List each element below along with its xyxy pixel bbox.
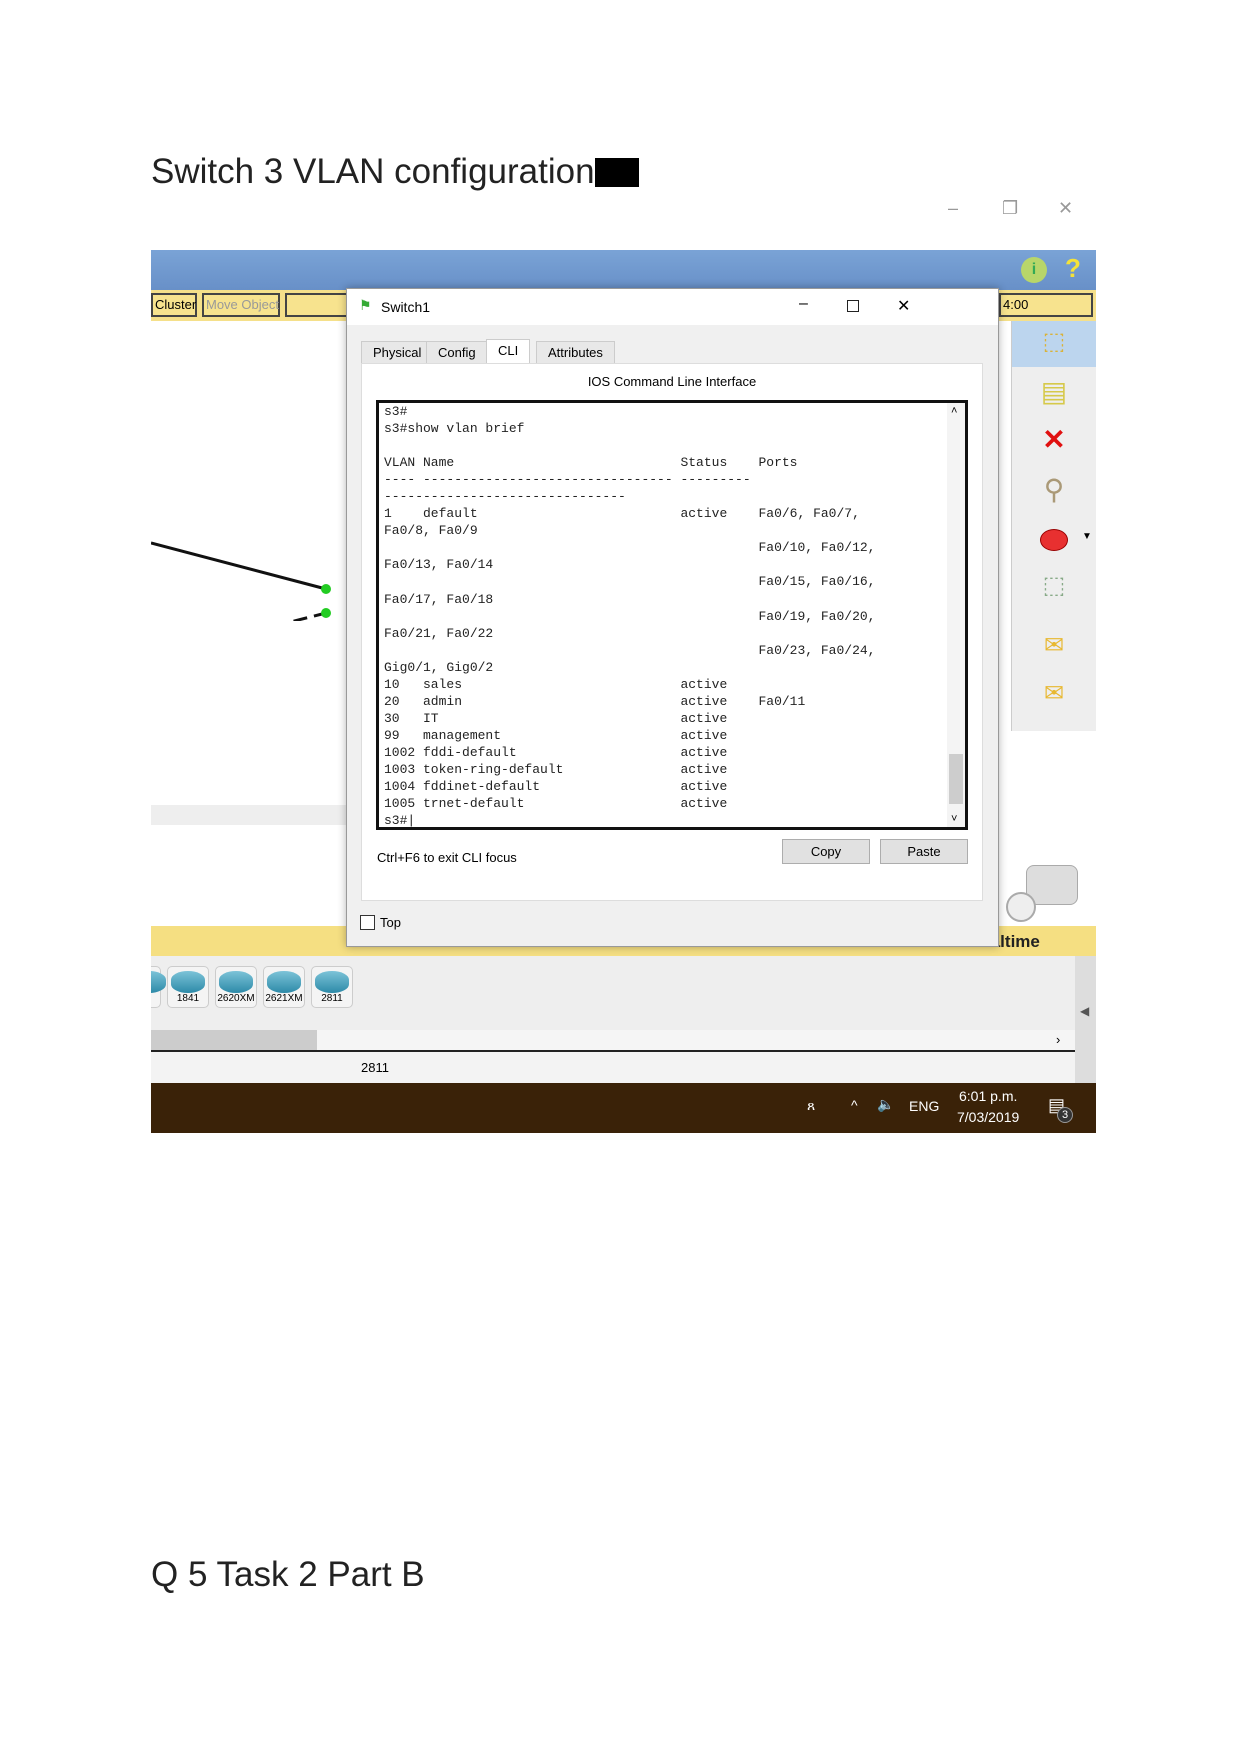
- minimize-icon[interactable]: –: [948, 198, 958, 219]
- note-icon[interactable]: ▤: [1034, 375, 1074, 408]
- device-label: 1841: [176, 993, 200, 1004]
- volume-icon[interactable]: 🔈: [877, 1096, 894, 1113]
- close-icon[interactable]: ✕: [1058, 198, 1073, 219]
- toolbar-field[interactable]: [285, 293, 355, 317]
- tab-physical[interactable]: Physical: [361, 341, 434, 363]
- taskbar: ጸ ^ 🔈 ENG 6:01 p.m. 7/03/2019 ▤ 3: [151, 1083, 1096, 1133]
- collapse-panel[interactable]: ◀: [1075, 956, 1096, 1083]
- device-scrollbar[interactable]: ›: [151, 1030, 1075, 1052]
- inspect-icon[interactable]: ⚲: [1034, 473, 1074, 506]
- help-icon[interactable]: ?: [1065, 253, 1081, 284]
- dialog-close-icon[interactable]: ✕: [897, 296, 910, 316]
- people-icon[interactable]: ጸ: [807, 1097, 815, 1114]
- info-icon[interactable]: i: [1021, 257, 1047, 283]
- scroll-up-icon[interactable]: ˄: [951, 405, 957, 417]
- device-2621xm[interactable]: 2621XM: [263, 966, 305, 1008]
- device-label: 2621XM: [265, 993, 303, 1004]
- scroll-down-icon[interactable]: ˅: [951, 813, 957, 825]
- tool-panel: ⬚ ▤ ✕ ⚲ ▼ ⬚ ✉ ✉: [1011, 321, 1096, 731]
- link-light: [321, 584, 331, 594]
- cli-scrollbar[interactable]: ˄ ˅: [947, 403, 965, 827]
- network-links: [151, 541, 331, 621]
- draw-ellipse-icon[interactable]: [1040, 529, 1068, 551]
- cli-output[interactable]: s3# s3#show vlan brief VLAN Name Status …: [384, 403, 875, 827]
- device-2811[interactable]: 2811: [311, 966, 353, 1008]
- language[interactable]: ENG: [909, 1098, 939, 1114]
- top-checkbox[interactable]: [360, 915, 375, 930]
- device-2620xm[interactable]: 2620XM: [215, 966, 257, 1008]
- dialog-minimize-icon[interactable]: –: [799, 295, 808, 313]
- paste-button[interactable]: Paste: [880, 839, 968, 864]
- select-icon: ⬚: [1042, 328, 1066, 355]
- top-label: Top: [380, 915, 401, 930]
- canvas-edge: [151, 805, 351, 825]
- scroll-thumb[interactable]: [151, 1030, 317, 1050]
- device-label: 2620XM: [217, 993, 255, 1004]
- dialog-titlebar[interactable]: ⚑ Switch1 – ✕: [347, 289, 998, 325]
- clock-date[interactable]: 7/03/2019: [957, 1109, 1019, 1125]
- switch-app-icon: ⚑: [359, 297, 372, 313]
- heading-switch3: Switch 3 VLAN configuration: [151, 152, 639, 192]
- restore-icon[interactable]: ❐: [1002, 198, 1018, 219]
- packet-tracer-screenshot: i ? Cluster Move Object 4:00 ⬚ ▤ ✕ ⚲ ▼ ⬚…: [151, 250, 1096, 1133]
- delete-icon[interactable]: ✕: [1034, 423, 1074, 456]
- tab-cli[interactable]: CLI: [486, 339, 531, 363]
- tab-attributes[interactable]: Attributes: [536, 341, 615, 363]
- copy-button[interactable]: Copy: [782, 839, 870, 864]
- heading-text: Switch 3 VLAN configuration: [151, 152, 595, 191]
- cli-header: IOS Command Line Interface: [587, 374, 757, 389]
- collapse-arrow-icon: ◀: [1080, 1004, 1090, 1018]
- scroll-right-icon[interactable]: ›: [1056, 1032, 1060, 1047]
- add-simple-pdu-icon[interactable]: ✉: [1034, 631, 1074, 660]
- link-light: [321, 608, 331, 618]
- dropdown-icon[interactable]: ▼: [1082, 531, 1092, 542]
- dialog-title: Switch1: [381, 299, 431, 315]
- cluster-button[interactable]: Cluster: [151, 293, 197, 317]
- device-bar: 1841 2620XM 2621XM 2811: [151, 956, 1075, 1030]
- clock-time[interactable]: 6:01 p.m.: [959, 1088, 1017, 1104]
- status-text: 2811: [361, 1060, 389, 1075]
- top-bar: i ?: [151, 250, 1096, 290]
- clock-icon[interactable]: [1006, 892, 1036, 922]
- device-partial[interactable]: [151, 966, 166, 1008]
- link-solid: [151, 541, 327, 591]
- dialog-maximize-icon[interactable]: [847, 300, 859, 312]
- notification-count: 3: [1057, 1107, 1073, 1123]
- cli-scroll-thumb[interactable]: [949, 754, 963, 804]
- time-field: 4:00: [999, 293, 1093, 317]
- device-1841[interactable]: 1841: [167, 966, 209, 1008]
- cli-terminal[interactable]: s3# s3#show vlan brief VLAN Name Status …: [376, 400, 968, 830]
- heading-q5: Q 5 Task 2 Part B: [151, 1555, 425, 1594]
- link-dashed: [288, 611, 327, 621]
- device-label: 2811: [321, 993, 343, 1004]
- chevron-up-icon[interactable]: ^: [851, 1097, 858, 1113]
- select-tool[interactable]: ⬚: [1012, 321, 1096, 367]
- redaction-block: [594, 158, 639, 187]
- resize-icon[interactable]: ⬚: [1034, 571, 1074, 600]
- switch1-dialog: ⚑ Switch1 – ✕ Physical Config CLI Attrib…: [346, 288, 999, 947]
- cli-hint: Ctrl+F6 to exit CLI focus: [377, 850, 517, 865]
- move-object-button[interactable]: Move Object: [202, 293, 280, 317]
- add-complex-pdu-icon[interactable]: ✉: [1034, 679, 1074, 708]
- cli-panel: IOS Command Line Interface s3# s3#show v…: [361, 363, 983, 901]
- status-bar: 2811: [151, 1052, 1075, 1083]
- tab-config[interactable]: Config: [426, 341, 488, 363]
